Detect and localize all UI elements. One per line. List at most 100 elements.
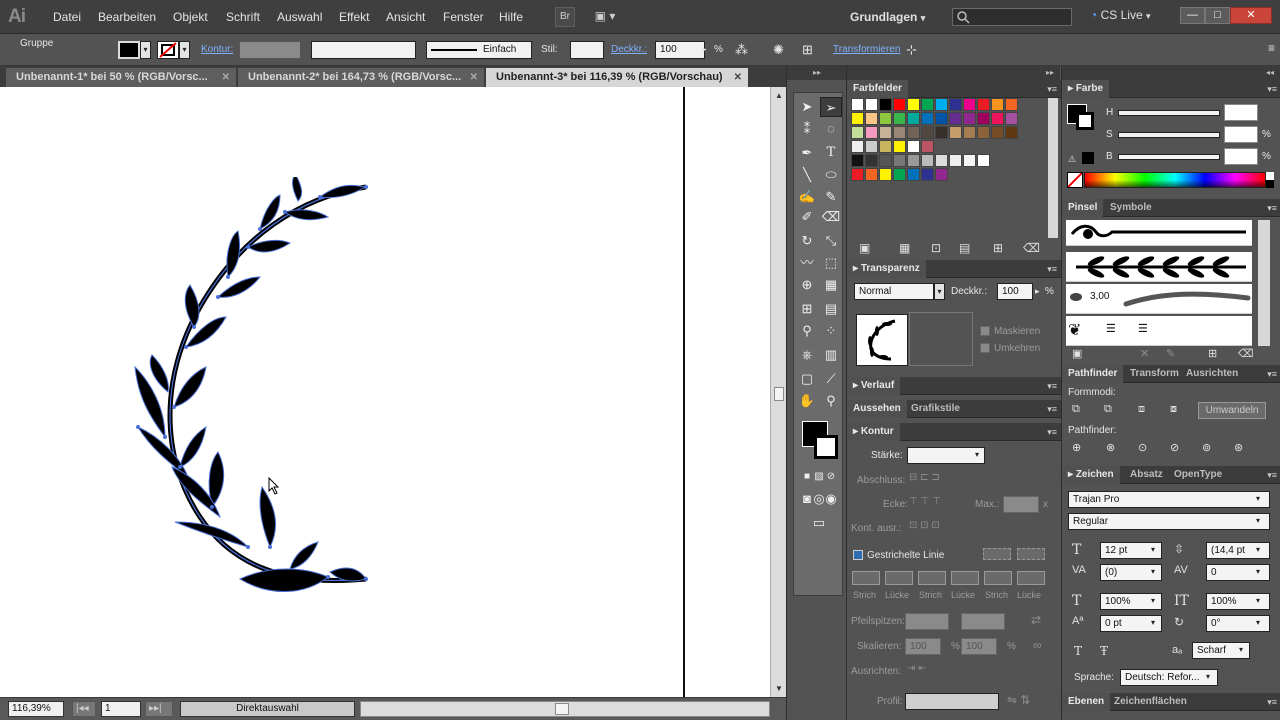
blob-brush-tool-icon[interactable]: ✐ xyxy=(796,207,818,227)
scrollbar-thumb[interactable] xyxy=(555,703,569,715)
minus-back-icon[interactable]: ⊛ xyxy=(1234,441,1243,454)
menu-fenster[interactable]: Fenster xyxy=(443,10,484,24)
panel-menu-icon[interactable]: ▾≡ xyxy=(1047,260,1057,278)
chevron-down-icon[interactable]: ▾ xyxy=(1256,516,1260,525)
panel-menu-icon[interactable]: ▾≡ xyxy=(1047,400,1057,418)
brush-pattern[interactable]: ❦ ☰ ☰ xyxy=(1066,316,1252,346)
color-swatch[interactable] xyxy=(949,126,962,139)
blend-tool-icon[interactable]: ⁘ xyxy=(820,321,842,341)
scroll-down-icon[interactable]: ▼ xyxy=(775,684,783,693)
symbol-sprayer-tool-icon[interactable]: ⎈ xyxy=(796,345,818,365)
chevron-down-icon[interactable]: ▾ xyxy=(1256,618,1260,627)
scale-start-input[interactable]: 100 xyxy=(905,638,941,655)
divide-icon[interactable]: ⊕ xyxy=(1072,441,1081,454)
white-swatch[interactable] xyxy=(1266,172,1274,180)
intersect-icon[interactable]: ⧈ xyxy=(1138,403,1145,416)
shape-builder-tool-icon[interactable]: ⊕ xyxy=(796,275,818,295)
minus-front-icon[interactable]: ⧉ xyxy=(1104,403,1112,416)
color-swatch[interactable] xyxy=(921,140,934,153)
arrow-right-icon[interactable]: ▸ xyxy=(1035,286,1040,297)
color-swatch[interactable] xyxy=(991,112,1004,125)
color-swatch[interactable] xyxy=(879,154,892,167)
collapse-icon[interactable]: ◂◂ xyxy=(1062,66,1280,80)
color-swatch[interactable] xyxy=(977,112,990,125)
panel-menu-icon[interactable]: ▾≡ xyxy=(1267,199,1277,217)
color-swatch[interactable] xyxy=(865,168,878,181)
brightness-input[interactable] xyxy=(1224,148,1258,165)
vertical-scrollbar[interactable]: ▲ ▼ xyxy=(770,87,786,697)
pencil-tool-icon[interactable]: ✎ xyxy=(820,187,842,207)
trash-icon[interactable]: ⌫ xyxy=(1023,241,1040,255)
dash-input-2[interactable] xyxy=(918,571,946,585)
show-kinds-icon[interactable]: ▦ xyxy=(899,241,910,255)
unite-icon[interactable]: ⧉ xyxy=(1072,403,1080,416)
recolor-icon[interactable]: ⁂ xyxy=(735,42,748,58)
hue-slider[interactable] xyxy=(1118,110,1220,116)
collapse-icon[interactable]: ▸▸ xyxy=(787,66,847,80)
color-swatch[interactable] xyxy=(921,154,934,167)
brush-options-icon[interactable]: ✎ xyxy=(1166,347,1175,360)
font-family-select[interactable]: Trajan Pro xyxy=(1068,491,1270,508)
chevron-down-icon[interactable]: ▾ xyxy=(1256,596,1260,605)
link-icon[interactable]: ∞ xyxy=(1033,638,1042,652)
color-swatch[interactable] xyxy=(935,168,948,181)
none-color-swatch[interactable] xyxy=(1067,172,1083,188)
color-swatch[interactable] xyxy=(963,126,976,139)
type-tool-icon[interactable]: T xyxy=(820,143,842,163)
eyedropper-tool-icon[interactable]: ⚲ xyxy=(796,321,818,341)
color-swatch[interactable] xyxy=(991,98,1004,111)
color-swatch[interactable] xyxy=(851,168,864,181)
panel-menu-icon[interactable]: ▾≡ xyxy=(1047,423,1057,441)
color-swatch[interactable] xyxy=(851,140,864,153)
end-arrowhead-select[interactable] xyxy=(961,613,1005,630)
tab-farbe[interactable]: ▸ Farbe xyxy=(1062,80,1110,98)
menu-auswahl[interactable]: Auswahl xyxy=(277,10,322,24)
menu-datei[interactable]: Datei xyxy=(53,10,81,24)
column-graph-tool-icon[interactable]: ▥ xyxy=(820,345,842,365)
rotate-tool-icon[interactable]: ↻ xyxy=(796,231,818,251)
out-of-gamut-icon[interactable]: ⚠ xyxy=(1068,154,1076,165)
brightness-slider[interactable] xyxy=(1118,154,1220,160)
color-swatch[interactable] xyxy=(963,98,976,111)
scrollbar-thumb[interactable] xyxy=(774,387,784,401)
direct-selection-tool-icon[interactable]: ➢ xyxy=(820,97,842,117)
dash-preserve-icon[interactable] xyxy=(983,548,1011,560)
cslive-button[interactable]: ◔ CS Live ▾ xyxy=(1090,8,1151,22)
new-brush-icon[interactable]: ⊞ xyxy=(1208,347,1217,360)
color-swatch[interactable] xyxy=(865,154,878,167)
tab-document-2[interactable]: Unbenannt-2* bei 164,73 % (RGB/Vorsc... ✕ xyxy=(238,68,484,87)
color-swatch[interactable] xyxy=(879,112,892,125)
color-swatch[interactable] xyxy=(907,154,920,167)
scale-end-input[interactable]: 100 xyxy=(961,638,997,655)
panel-menu-icon[interactable]: ▾≡ xyxy=(1047,377,1057,395)
opacity-link[interactable]: Deckkr.: xyxy=(611,44,647,55)
artboard-canvas[interactable] xyxy=(0,87,770,697)
tab-ebenen[interactable]: Ebenen xyxy=(1062,693,1111,711)
horizontal-scale-input[interactable]: 100% xyxy=(1206,593,1270,610)
zoom-tool-icon[interactable]: ⚲ xyxy=(820,391,842,411)
panel-menu-icon[interactable]: ▾≡ xyxy=(1267,80,1277,98)
tab-farbfelder[interactable]: Farbfelder xyxy=(847,80,908,98)
chevron-down-icon[interactable]: ▾ xyxy=(1239,645,1243,654)
variable-width-profile[interactable] xyxy=(311,41,416,59)
color-swatch[interactable] xyxy=(921,98,934,111)
color-swatch[interactable] xyxy=(977,154,990,167)
menu-schrift[interactable]: Schrift xyxy=(226,10,260,24)
tracking-input[interactable]: 0 xyxy=(1206,564,1270,581)
color-swatch[interactable] xyxy=(949,154,962,167)
pen-tool-icon[interactable]: ✒ xyxy=(796,143,818,163)
color-swatch[interactable] xyxy=(963,112,976,125)
scroll-up-icon[interactable]: ▲ xyxy=(775,91,783,100)
brush-definition[interactable]: Einfach xyxy=(426,41,532,59)
butt-cap-icon[interactable]: ⊟ ⊏ ⊐ xyxy=(909,472,940,483)
control-menu-icon[interactable]: ≡ xyxy=(1268,41,1275,55)
isolate-icon[interactable]: ✺ xyxy=(773,42,784,58)
opacity-input[interactable]: 100 xyxy=(997,283,1033,300)
dashed-line-checkbox[interactable] xyxy=(853,550,863,560)
stroke-dropdown[interactable]: ▾ xyxy=(179,41,190,59)
brush-calligraphic[interactable]: 3,00 xyxy=(1066,284,1252,314)
outline-icon[interactable]: ⊚ xyxy=(1202,441,1211,454)
color-swatch[interactable] xyxy=(977,126,990,139)
miter-join-icon[interactable]: ⊤ ⊤ ⊤ xyxy=(909,496,941,507)
new-swatch-icon[interactable]: ⊞ xyxy=(993,241,1003,255)
